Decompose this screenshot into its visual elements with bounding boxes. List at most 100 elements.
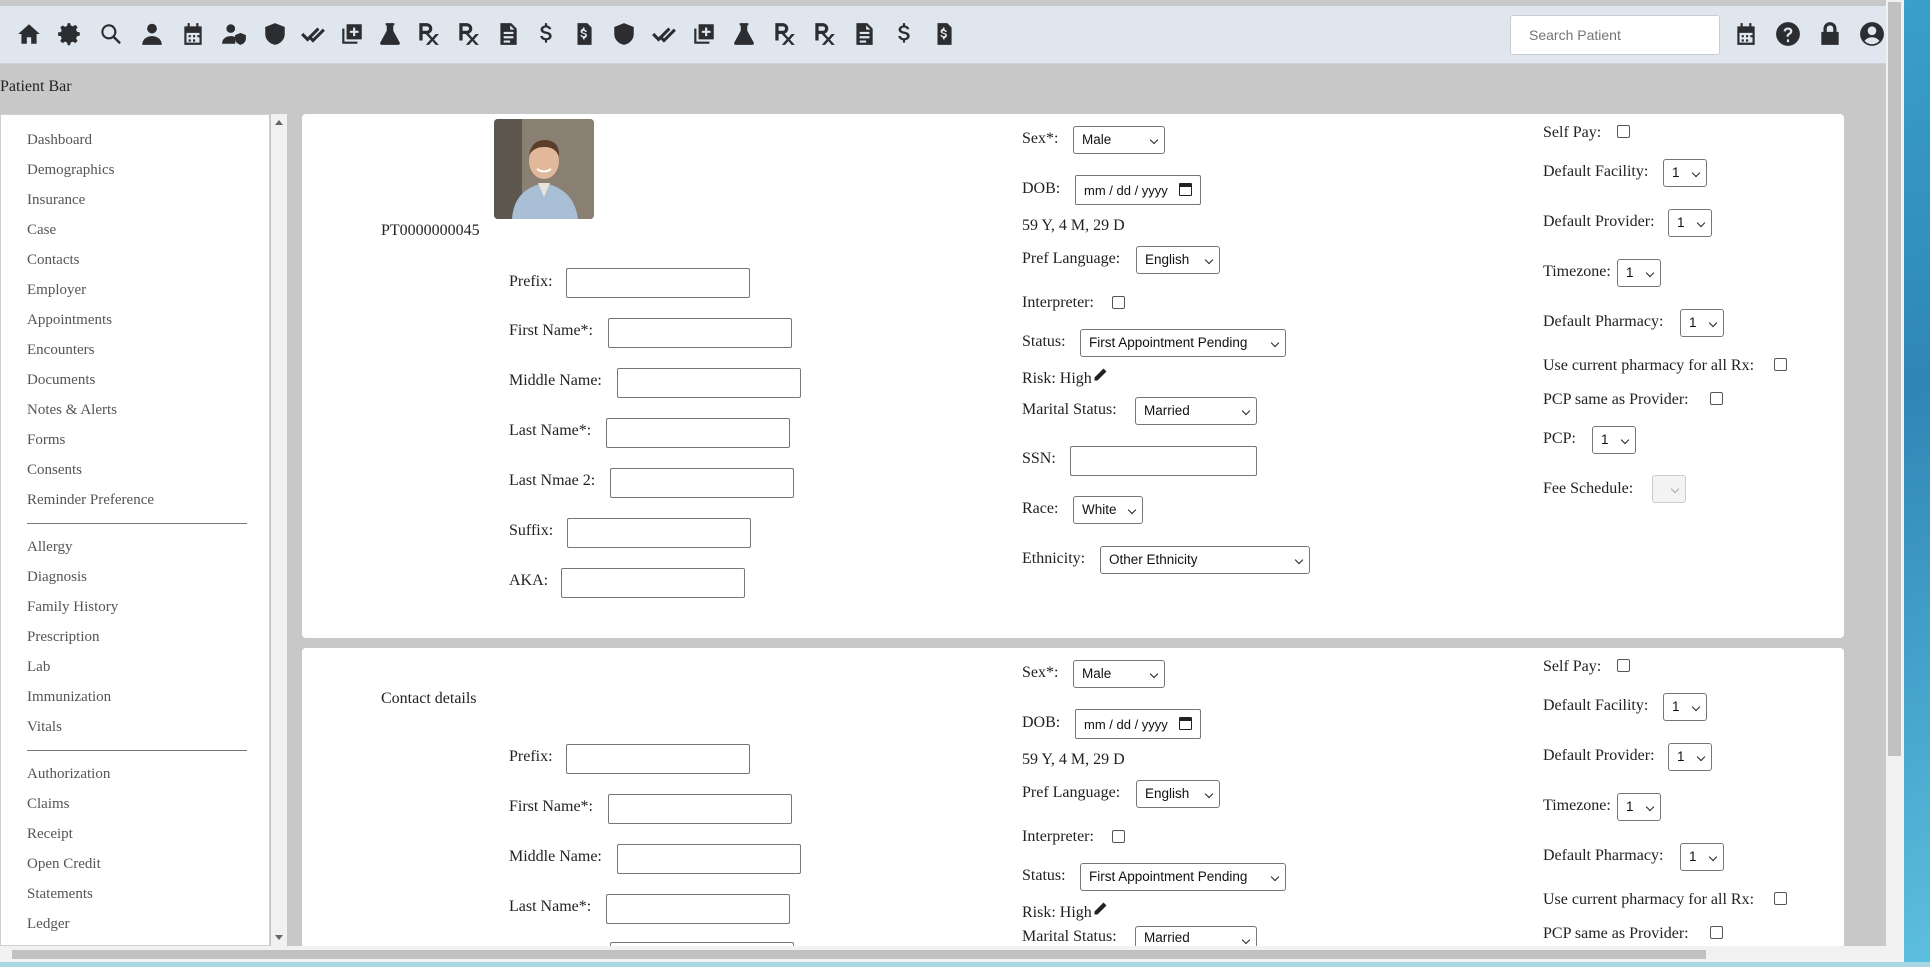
add-box-icon[interactable] [331, 16, 372, 52]
sidebar-item-claims[interactable]: Claims [1, 789, 269, 819]
horizontal-scrollbar[interactable] [0, 946, 1900, 962]
rx-icon[interactable] [764, 16, 804, 52]
interpreter-checkbox[interactable] [1112, 296, 1125, 309]
dollar-icon[interactable] [884, 16, 924, 52]
pencil-icon[interactable] [1092, 368, 1108, 387]
sidebar-item-ledger[interactable]: Ledger [1, 909, 269, 939]
invoice-icon[interactable] [564, 16, 604, 52]
shield-icon[interactable] [254, 16, 295, 52]
timezone-select[interactable]: 1 [1617, 259, 1661, 287]
sidebar-item-contacts[interactable]: Contacts [1, 245, 269, 275]
sidebar-item-notes-alerts[interactable]: Notes & Alerts [1, 395, 269, 425]
flask-icon[interactable] [372, 16, 408, 52]
race-select[interactable]: White [1073, 496, 1143, 524]
user-shield-icon[interactable] [213, 16, 254, 52]
default-facility-select[interactable]: 1 [1663, 159, 1707, 187]
pcp-select[interactable]: 1 [1592, 426, 1636, 454]
user-icon[interactable] [131, 16, 172, 52]
sidebar-item-open-credit[interactable]: Open Credit [1, 849, 269, 879]
sidebar-item-dashboard[interactable]: Dashboard [1, 125, 269, 155]
timezone-select[interactable]: 1 [1617, 793, 1661, 821]
sidebar-scrollbar[interactable] [271, 114, 287, 946]
gear-icon[interactable] [49, 16, 90, 52]
self-pay-checkbox[interactable] [1617, 125, 1630, 138]
sidebar-item-prescription[interactable]: Prescription [1, 622, 269, 652]
sidebar-item-case[interactable]: Case [1, 215, 269, 245]
flask-icon[interactable] [724, 16, 764, 52]
vertical-scroll-thumb[interactable] [1888, 2, 1901, 756]
sidebar-item-insurance[interactable]: Insurance [1, 185, 269, 215]
sidebar-item-immunization[interactable]: Immunization [1, 682, 269, 712]
prefix-input[interactable] [566, 268, 750, 298]
pencil-icon[interactable] [1092, 902, 1108, 921]
first-name-input[interactable] [608, 794, 792, 824]
suffix-input[interactable] [567, 518, 751, 548]
default-provider-select[interactable]: 1 [1668, 209, 1712, 237]
add-box-icon[interactable] [684, 16, 724, 52]
sidebar-item-diagnosis[interactable]: Diagnosis [1, 562, 269, 592]
sidebar-item-appointments[interactable]: Appointments [1, 305, 269, 335]
aka-input[interactable] [561, 568, 745, 598]
rx-icon[interactable] [804, 16, 844, 52]
sidebar-item-receipt[interactable]: Receipt [1, 819, 269, 849]
document-icon[interactable] [488, 16, 528, 52]
sex-select[interactable]: Male [1073, 126, 1165, 154]
lock-icon[interactable] [1809, 16, 1851, 52]
help-icon[interactable] [1767, 16, 1809, 52]
ethnicity-select[interactable]: Other Ethnicity [1100, 546, 1310, 574]
first-name-input[interactable] [608, 318, 792, 348]
scroll-down-arrow[interactable] [275, 935, 283, 940]
marital-status-select[interactable]: Married [1135, 926, 1257, 948]
status-select[interactable]: First Appointment Pending [1080, 863, 1286, 891]
middle-name-input[interactable] [617, 844, 801, 874]
middle-name-input[interactable] [617, 368, 801, 398]
pcp-same-checkbox[interactable] [1710, 926, 1723, 939]
search-icon[interactable] [90, 16, 131, 52]
sidebar-item-family-history[interactable]: Family History [1, 592, 269, 622]
calendar-icon[interactable] [1179, 717, 1192, 730]
sidebar-item-forms[interactable]: Forms [1, 425, 269, 455]
calendar-icon[interactable] [1179, 183, 1192, 196]
sidebar-item-vitals[interactable]: Vitals [1, 712, 269, 742]
sidebar-item-encounters[interactable]: Encounters [1, 335, 269, 365]
rx-icon[interactable] [408, 16, 448, 52]
marital-status-select[interactable]: Married [1135, 397, 1257, 425]
dollar-icon[interactable] [528, 16, 564, 52]
pcp-same-checkbox[interactable] [1710, 392, 1723, 405]
home-icon[interactable] [8, 16, 49, 52]
prefix-input[interactable] [566, 744, 750, 774]
default-pharmacy-select[interactable]: 1 [1680, 309, 1724, 337]
vertical-scrollbar[interactable] [1886, 0, 1904, 967]
calendar-icon[interactable] [1725, 16, 1767, 52]
default-facility-select[interactable]: 1 [1663, 693, 1707, 721]
sidebar-item-lab[interactable]: Lab [1, 652, 269, 682]
last-name-input[interactable] [606, 894, 790, 924]
sex-select[interactable]: Male [1073, 660, 1165, 688]
status-select[interactable]: First Appointment Pending [1080, 329, 1286, 357]
sidebar-item-allergy[interactable]: Allergy [1, 532, 269, 562]
self-pay-checkbox[interactable] [1617, 659, 1630, 672]
dob-input[interactable]: mm / dd / yyyy [1075, 175, 1201, 205]
check-double-icon[interactable] [644, 16, 684, 52]
last-name-input[interactable] [606, 418, 790, 448]
dob-input[interactable]: mm / dd / yyyy [1075, 709, 1201, 739]
shield-icon[interactable] [604, 16, 644, 52]
rx-icon[interactable] [448, 16, 488, 52]
use-current-pharmacy-checkbox[interactable] [1774, 358, 1787, 371]
scroll-up-arrow[interactable] [275, 120, 283, 125]
invoice-icon[interactable] [924, 16, 964, 52]
use-current-pharmacy-checkbox[interactable] [1774, 892, 1787, 905]
pref-language-select[interactable]: English [1136, 246, 1220, 274]
default-provider-select[interactable]: 1 [1668, 743, 1712, 771]
sidebar-item-reminder-preference[interactable]: Reminder Preference [1, 485, 269, 515]
sidebar-item-authorization[interactable]: Authorization [1, 759, 269, 789]
document-icon[interactable] [844, 16, 884, 52]
check-double-icon[interactable] [295, 16, 331, 52]
interpreter-checkbox[interactable] [1112, 830, 1125, 843]
sidebar-item-consents[interactable]: Consents [1, 455, 269, 485]
calendar-icon[interactable] [172, 16, 213, 52]
sidebar-item-statements[interactable]: Statements [1, 879, 269, 909]
sidebar-item-employer[interactable]: Employer [1, 275, 269, 305]
last-name2-input[interactable] [610, 468, 794, 498]
search-patient-input[interactable] [1510, 15, 1720, 55]
